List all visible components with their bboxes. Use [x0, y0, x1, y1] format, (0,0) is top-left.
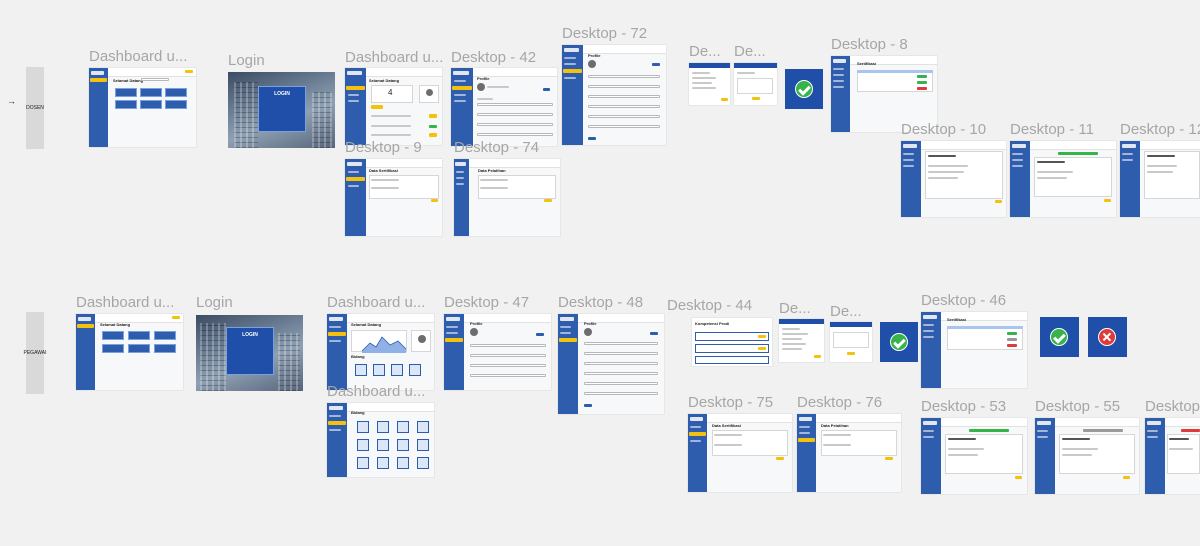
profile-title-p2: Profile: [584, 321, 597, 326]
frame-desktop-55[interactable]: [1035, 418, 1139, 494]
profile-title: Profile: [477, 76, 490, 81]
frame-label-dashboard-dosen-2[interactable]: Dashboard u...: [345, 49, 443, 66]
frame-label-desktop-last[interactable]: Desktop: [1145, 398, 1200, 415]
sertifikasi-title: Sertifikasi: [857, 61, 877, 66]
check-icon-3: [1050, 328, 1068, 346]
frame-label-de-b1[interactable]: De...: [779, 300, 811, 317]
frame-label-desktop-46[interactable]: Desktop - 46: [921, 292, 1006, 309]
frame-dashboard-pegawai-2[interactable]: Selamat Datang Bidang: [327, 314, 434, 390]
frame-label-de-2[interactable]: De...: [734, 43, 766, 60]
count-value: 4: [388, 88, 393, 97]
frame-label-desktop-42[interactable]: Desktop - 42: [451, 49, 536, 66]
row-tag-pegawai[interactable]: PEGAWAI: [23, 312, 47, 394]
data-sertifikasi-title: Data Sertifikasi: [369, 168, 398, 173]
frame-desktop-10[interactable]: [901, 141, 1006, 217]
frame-label-dashboard-pegawai[interactable]: Dashboard u...: [76, 294, 174, 311]
frame-label-desktop-11[interactable]: Desktop - 11: [1010, 121, 1094, 138]
frame-label-desktop-9[interactable]: Desktop - 9: [345, 139, 422, 156]
frame-dashboard-pegawai-3[interactable]: Bidang: [327, 403, 434, 477]
frame-label-desktop-72[interactable]: Desktop - 72: [562, 25, 647, 42]
frame-de-b1[interactable]: [779, 319, 824, 362]
arrow-right-icon: →: [7, 96, 16, 106]
welcome-title-2: Selamat Datang: [369, 78, 400, 83]
frame-label-dashboard-pegawai-2[interactable]: Dashboard u...: [327, 294, 425, 311]
kompetensi-prodi-title: Kompetensi Prodi: [695, 321, 730, 326]
login-title: LOGIN: [274, 91, 290, 97]
frame-label-desktop-47[interactable]: Desktop - 47: [444, 294, 529, 311]
frame-desktop-9[interactable]: Data Sertifikasi: [345, 159, 442, 236]
welcome-title-p: Selamat Datang: [100, 322, 131, 327]
frame-label-desktop-12[interactable]: Desktop - 12: [1120, 121, 1200, 138]
sertifikasi-title-p: Sertifikasi: [947, 317, 967, 322]
success-modal-top[interactable]: [785, 69, 823, 109]
frame-desktop-74[interactable]: Data Pelatihan: [454, 159, 560, 236]
check-icon: [795, 80, 813, 98]
data-pelatihan-title-p: Data Pelatihan: [821, 423, 849, 428]
frame-desktop-47[interactable]: Profile: [444, 314, 551, 390]
frame-label-login-pegawai[interactable]: Login: [196, 294, 233, 311]
frame-desktop-72[interactable]: Profile: [562, 45, 666, 145]
welcome-title-p2: Selamat Datang: [351, 322, 382, 327]
frame-login-dosen[interactable]: LOGIN: [228, 72, 335, 148]
frame-label-desktop-8[interactable]: Desktop - 8: [831, 36, 908, 53]
row-tag-dosen[interactable]: DOSEN: [26, 67, 44, 149]
frame-label-dashboard-pegawai-3[interactable]: Dashboard u...: [327, 383, 425, 400]
login-title-p: LOGIN: [242, 332, 258, 338]
frame-desktop-12[interactable]: [1120, 141, 1200, 217]
success-modal-bottom-2[interactable]: [1040, 317, 1079, 357]
data-pelatihan-title: Data Pelatihan: [478, 168, 506, 173]
frame-label-desktop-75[interactable]: Desktop - 75: [688, 394, 773, 411]
data-sertifikasi-title-p: Data Sertifikasi: [712, 423, 741, 428]
frame-label-login-dosen[interactable]: Login: [228, 52, 265, 69]
frame-login-pegawai[interactable]: LOGIN: [196, 315, 303, 391]
profile-title-2: Profile: [588, 53, 601, 58]
frame-desktop-48[interactable]: Profile: [558, 314, 664, 414]
frame-desktop-53[interactable]: [921, 418, 1027, 494]
row-tag-pegawai-label: PEGAWAI: [23, 350, 47, 356]
frame-desktop-42[interactable]: Profile: [451, 68, 557, 146]
area-chart-thumbnail: [361, 336, 407, 353]
profile-title-p: Profile: [470, 321, 483, 326]
frame-de-2[interactable]: [734, 63, 777, 105]
frame-desktop-last[interactable]: [1145, 418, 1200, 494]
error-modal[interactable]: [1088, 317, 1127, 357]
success-modal-bottom[interactable]: [880, 322, 918, 362]
frame-label-desktop-53[interactable]: Desktop - 53: [921, 398, 1006, 415]
frame-label-desktop-48[interactable]: Desktop - 48: [558, 294, 643, 311]
frame-label-desktop-55[interactable]: Desktop - 55: [1035, 398, 1120, 415]
row-tag-dosen-label: DOSEN: [26, 105, 44, 111]
close-icon: [1098, 328, 1116, 346]
frame-label-de-1[interactable]: De...: [689, 43, 721, 60]
frame-desktop-46[interactable]: Sertifikasi: [921, 312, 1027, 388]
frame-label-desktop-76[interactable]: Desktop - 76: [797, 394, 882, 411]
frame-dashboard-pegawai[interactable]: Selamat Datang: [76, 314, 183, 390]
welcome-title: Selamat Datang: [113, 78, 144, 83]
frame-desktop-75[interactable]: Data Sertifikasi: [688, 414, 792, 492]
frame-label-de-b2[interactable]: De...: [830, 303, 862, 320]
frame-de-1[interactable]: [689, 63, 730, 105]
frame-label-dashboard-dosen[interactable]: Dashboard u...: [89, 48, 187, 65]
bidang-title: Bidang: [351, 354, 365, 359]
frame-label-desktop-74[interactable]: Desktop - 74: [454, 139, 539, 156]
frame-label-desktop-10[interactable]: Desktop - 10: [901, 121, 986, 138]
bidang-title-2: Bidang: [351, 410, 365, 415]
frame-dashboard-dosen[interactable]: Selamat Datang: [89, 68, 196, 147]
frame-desktop-44[interactable]: Kompetensi Prodi: [692, 318, 772, 366]
frame-dashboard-dosen-2[interactable]: Selamat Datang 4: [345, 68, 442, 145]
frame-label-desktop-44[interactable]: Desktop - 44: [667, 297, 752, 314]
frame-de-b2[interactable]: [830, 322, 872, 362]
frame-desktop-11[interactable]: [1010, 141, 1116, 217]
frame-desktop-76[interactable]: Data Pelatihan: [797, 414, 901, 492]
check-icon-2: [890, 333, 908, 351]
